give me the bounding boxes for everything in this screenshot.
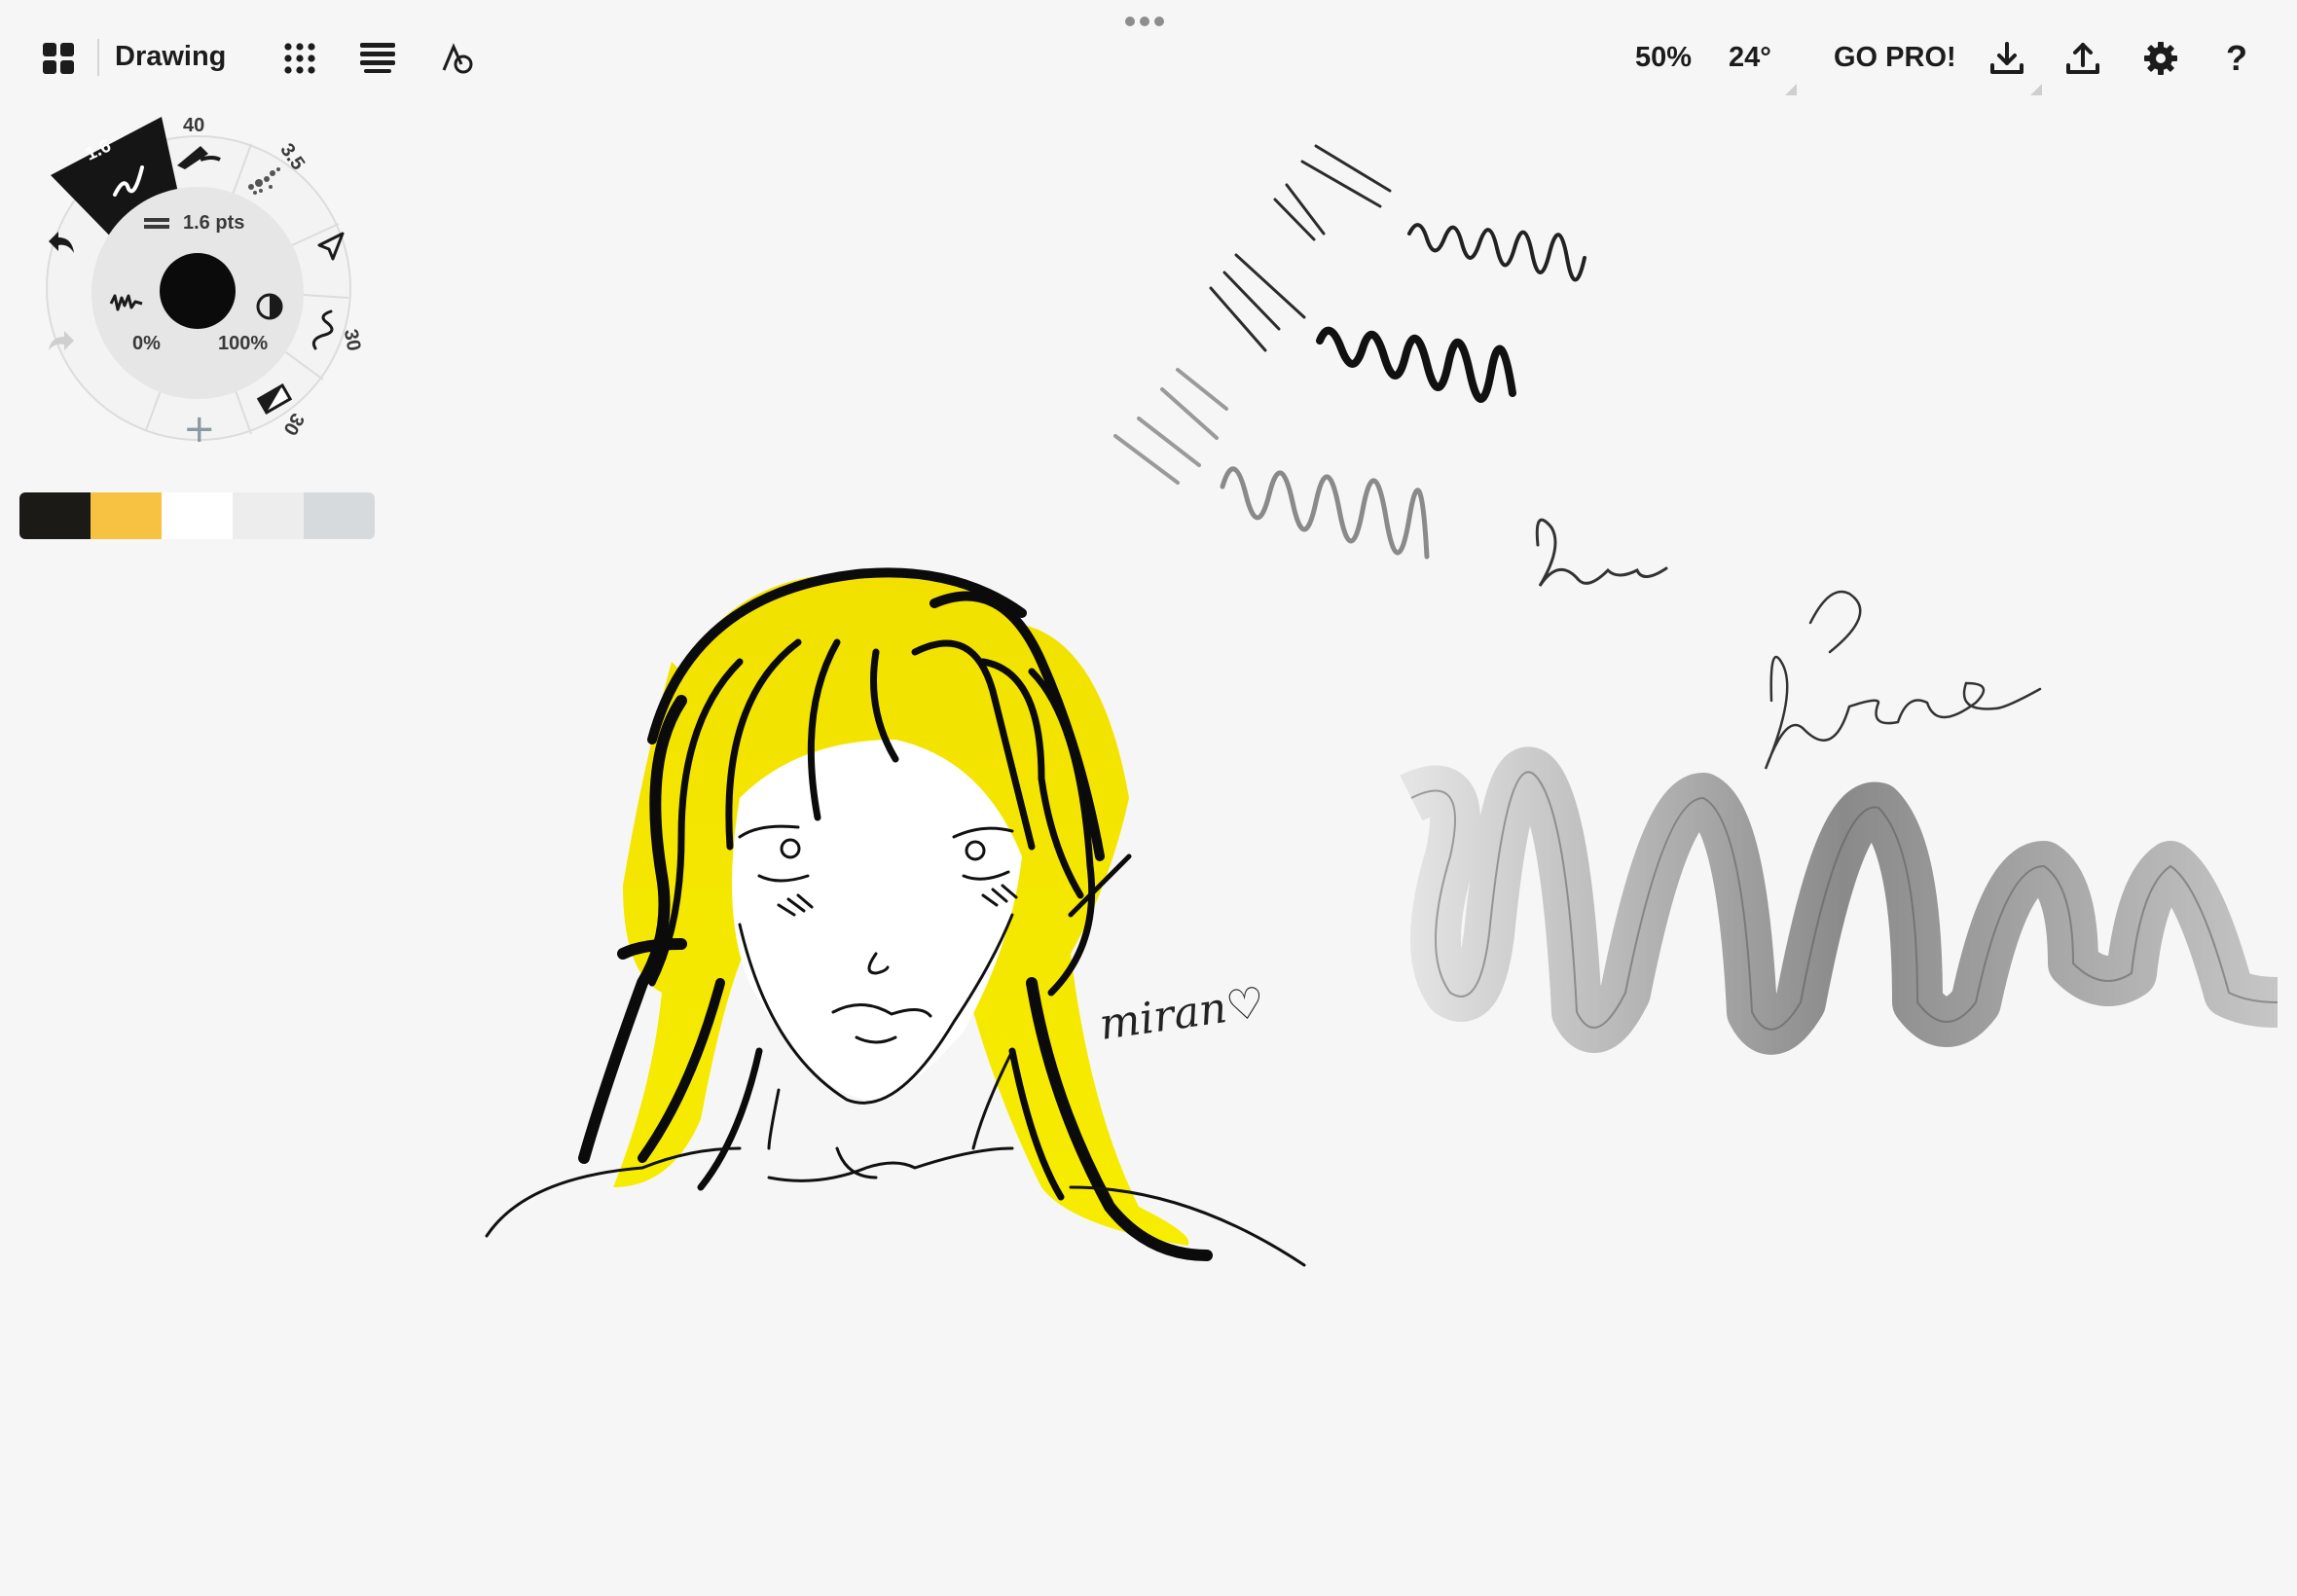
download-icon[interactable]	[1986, 37, 2028, 80]
title-divider	[97, 39, 99, 76]
settings-gear-icon[interactable]	[2139, 37, 2182, 80]
practice-strokes	[1113, 144, 2042, 770]
redo-icon[interactable]	[45, 321, 78, 354]
marker-brush-icon	[177, 146, 221, 169]
grid-dots-icon[interactable]	[280, 39, 319, 78]
color-swatch-black[interactable]	[19, 492, 91, 539]
color-swatch-gray[interactable]	[304, 492, 375, 539]
multitask-handle[interactable]	[1125, 17, 1170, 28]
gallery-grid-icon[interactable]	[39, 39, 78, 78]
help-question-icon[interactable]: ?	[2219, 37, 2254, 80]
document-title[interactable]: Drawing	[115, 41, 226, 73]
rotation-corner-icon	[1785, 84, 1797, 95]
color-swatch-light-gray[interactable]	[233, 492, 304, 539]
brush-size-pen[interactable]: 30	[339, 328, 365, 353]
undo-icon[interactable]	[45, 228, 78, 261]
character-drawing	[485, 567, 1306, 1267]
layers-icon[interactable]	[356, 39, 399, 78]
go-pro-button[interactable]: GO PRO!	[1834, 42, 1956, 74]
opacity-value[interactable]: 100%	[218, 333, 268, 355]
pencil-texture-icon	[248, 167, 280, 195]
brush-size-top[interactable]: 40	[183, 115, 204, 137]
brush-preview-dot[interactable]	[160, 253, 236, 329]
shapes-icon[interactable]	[438, 39, 477, 78]
smoothing-value[interactable]: 0%	[132, 333, 161, 355]
ribbon-spiral	[1400, 746, 2279, 1055]
download-corner-icon	[2030, 84, 2042, 95]
color-swatch-yellow[interactable]	[91, 492, 162, 539]
signature-text: miran♡	[1096, 978, 1267, 1050]
selection-arrow-icon[interactable]	[313, 230, 348, 265]
stroke-size-icon	[144, 218, 169, 229]
stroke-size-label[interactable]: 1.6 pts	[183, 212, 244, 235]
rotation-angle[interactable]: 24°	[1729, 42, 1771, 74]
active-pen-icon	[113, 165, 144, 197]
smoothing-wave-icon	[109, 294, 143, 311]
opacity-icon	[256, 293, 283, 320]
zoom-level[interactable]: 50%	[1635, 42, 1692, 74]
eraser-icon[interactable]	[255, 380, 294, 418]
color-swatch-white[interactable]	[162, 492, 233, 539]
add-brush-button[interactable]: +	[183, 407, 216, 452]
pen-stroke-icon	[311, 309, 334, 350]
share-upload-icon[interactable]	[2061, 37, 2104, 80]
